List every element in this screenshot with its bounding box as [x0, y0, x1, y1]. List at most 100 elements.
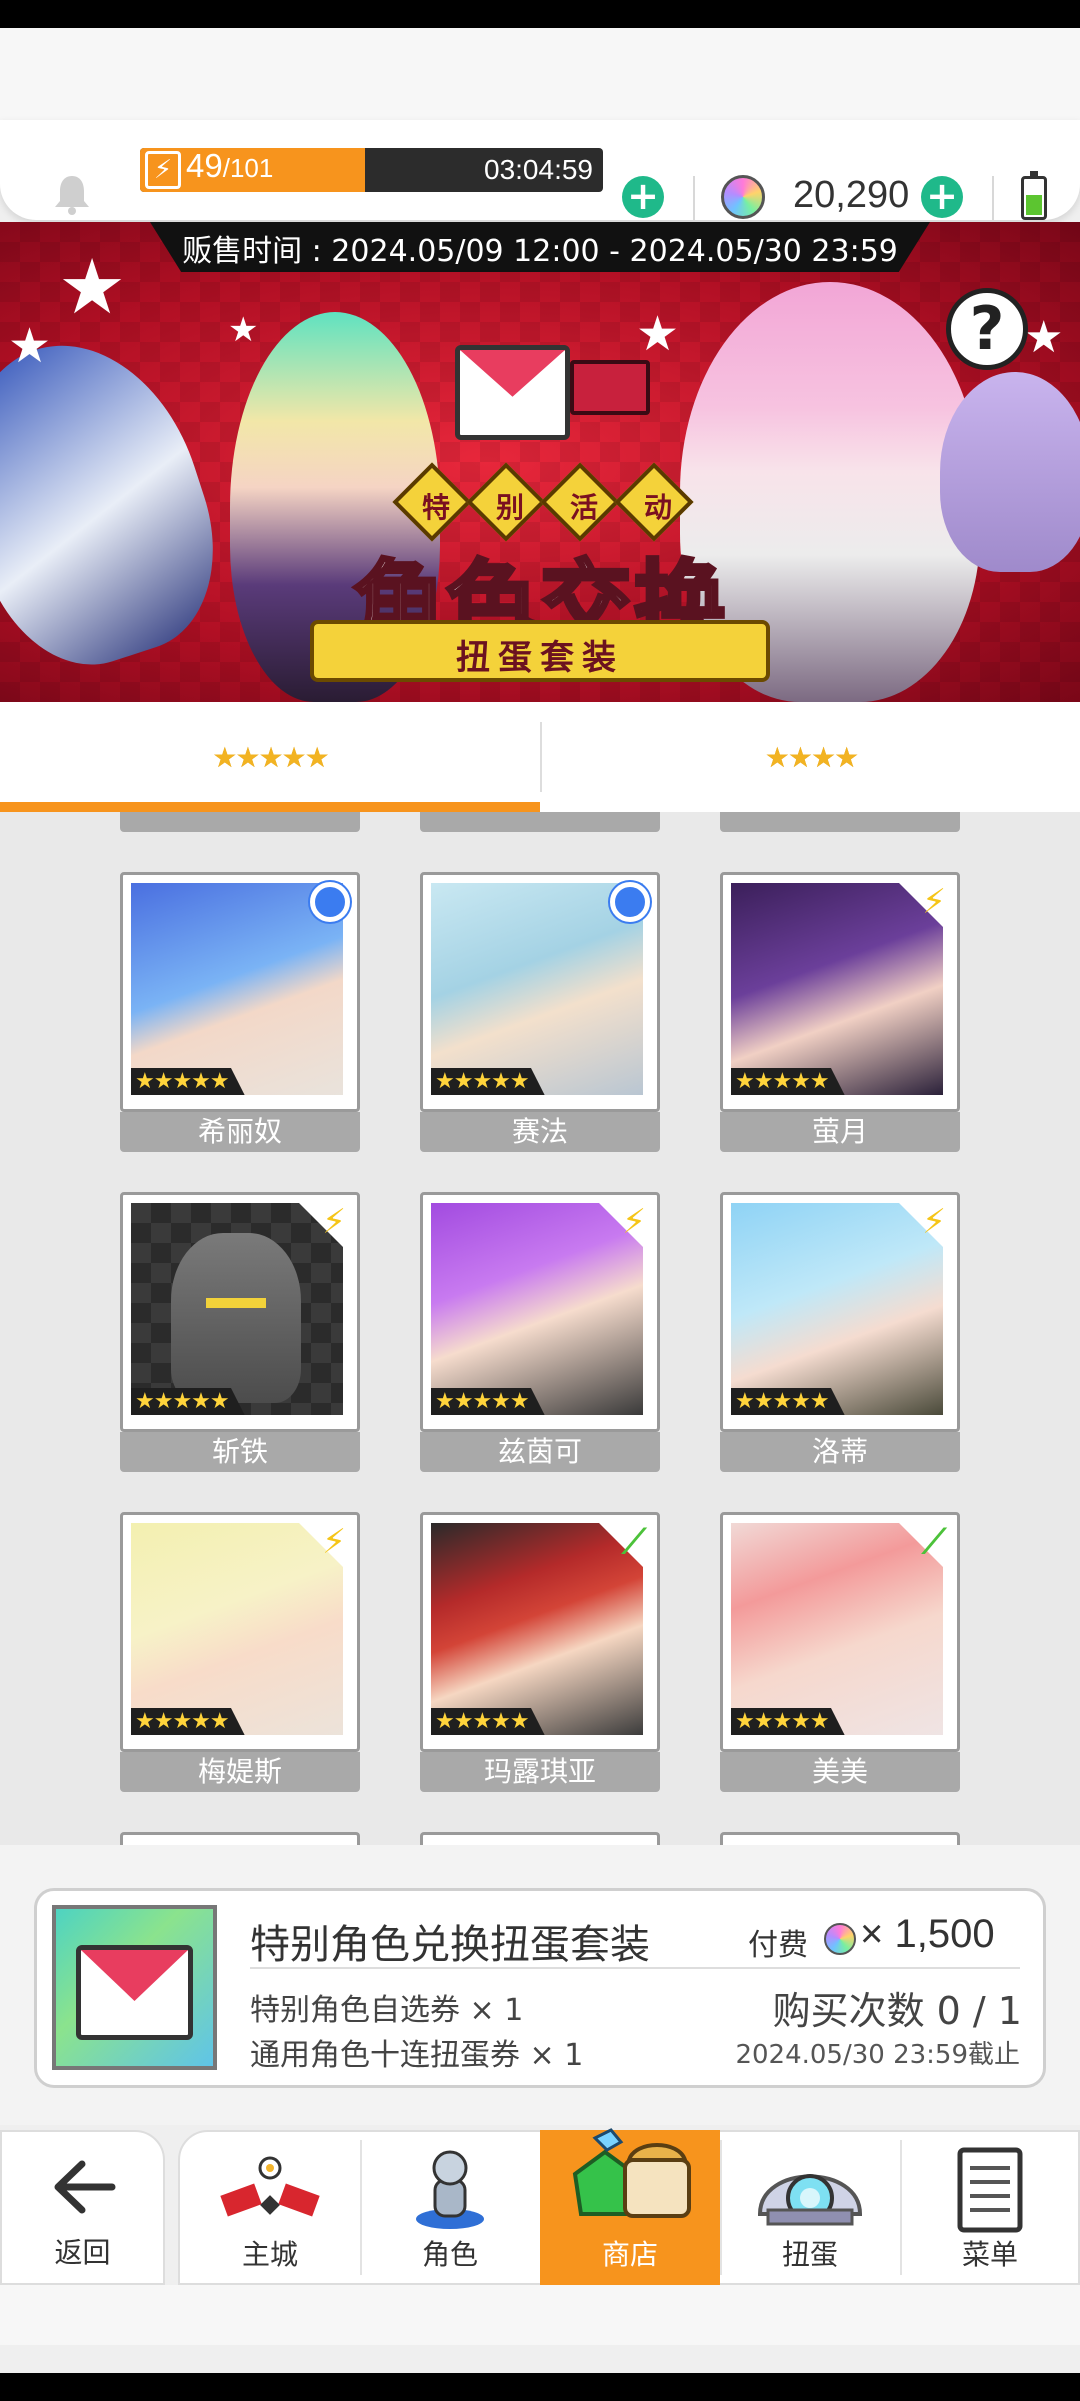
character-portrait: [431, 1523, 643, 1735]
badge-char: 活: [569, 491, 598, 524]
hud-divider: [992, 176, 994, 220]
lightning-element-icon: ⚡: [322, 1522, 346, 1562]
character-name: 斩铁: [120, 1432, 360, 1472]
nav-label: 菜单: [961, 2238, 1018, 2271]
cut-off-card[interactable]: [720, 1832, 960, 1845]
character-card[interactable]: ⚡ ★★★★★ 梅媞斯: [120, 1512, 360, 1792]
nav-label: 商店: [601, 2238, 658, 2271]
bottom-strip: [0, 2285, 1080, 2345]
bell-icon[interactable]: [52, 173, 92, 215]
ticket-icon: [570, 360, 650, 415]
gacha-icon: [757, 2174, 863, 2226]
card-stars: ★★★★★: [731, 1068, 845, 1095]
character-name: 洛蒂: [720, 1432, 960, 1472]
cut-off-card[interactable]: [420, 812, 660, 832]
badge-char: 特: [421, 491, 450, 524]
arrow-left-icon: [54, 2160, 116, 2214]
gem-icon: [824, 1923, 856, 1955]
card-stars: ★★★★★: [131, 1388, 245, 1415]
character-portrait: [131, 1523, 343, 1735]
hud-divider: [693, 176, 695, 220]
lightning-element-icon: ⚡: [622, 1202, 646, 1242]
badge-char: 别: [495, 491, 524, 524]
add-gems-button[interactable]: +: [921, 176, 963, 218]
cut-off-card[interactable]: [720, 812, 960, 832]
character-portrait: [431, 1203, 643, 1415]
tab-divider: [540, 722, 542, 792]
tab-five-star[interactable]: ★★★★★: [0, 702, 540, 812]
gem-icon: [721, 175, 765, 219]
envelope-icon: [76, 1945, 193, 2040]
nav-item-menu[interactable]: 菜单: [900, 2130, 1080, 2285]
character-card[interactable]: ⚡ ★★★★★ 洛蒂: [720, 1192, 960, 1472]
cut-off-card[interactable]: [120, 1832, 360, 1845]
back-label: 返回: [54, 2236, 111, 2269]
nav-item-main-city[interactable]: 主城: [180, 2130, 360, 2285]
star-decoration: ★: [1024, 312, 1064, 363]
cut-off-card[interactable]: [120, 812, 360, 832]
offer-item: 特别角色自选券 × 1: [250, 1993, 524, 2028]
character-grid: ★★★★★ 希丽奴 ★★★★★ 赛法 ⚡ ★★★★★ 萤月 ⚡ ★★★★★ 斩铁…: [0, 812, 1080, 1845]
character-card[interactable]: ⟋ ★★★★★ 玛露琪亚: [420, 1512, 660, 1792]
nav-item-gacha[interactable]: 扭蛋: [720, 2130, 900, 2285]
banner-subtitle: 扭蛋套装: [456, 638, 624, 678]
star-decoration: ★: [228, 310, 259, 350]
four-star-label: ★★★★: [764, 740, 859, 774]
water-element-icon: [310, 882, 350, 922]
character-card[interactable]: ⚡ ★★★★★ 斩铁: [120, 1192, 360, 1472]
character-portrait: [731, 1203, 943, 1415]
help-button[interactable]: ?: [946, 288, 1028, 370]
character-portrait: [431, 883, 643, 1095]
battery-icon: [1021, 171, 1047, 220]
gem-count: 20,290: [793, 174, 910, 216]
character-name: 萤月: [720, 1112, 960, 1152]
menu-list-icon: [957, 2147, 1023, 2233]
nav-label: 扭蛋: [781, 2238, 838, 2271]
character-name: 希丽奴: [120, 1112, 360, 1152]
card-stars: ★★★★★: [131, 1068, 245, 1095]
card-stars: ★★★★★: [131, 1708, 245, 1735]
character-portrait: [731, 1523, 943, 1735]
tab-four-star[interactable]: ★★★★: [542, 702, 1080, 812]
offer-divider: [250, 1967, 1020, 1969]
nav-label: 角色: [421, 2238, 478, 2271]
character-name: 美美: [720, 1752, 960, 1792]
star-decoration: ★: [8, 318, 52, 374]
wind-element-icon: ⟋: [622, 1522, 646, 1562]
envelope-icon: [455, 345, 570, 440]
add-stamina-button[interactable]: +: [622, 176, 664, 218]
character-card[interactable]: ⚡ ★★★★★ 兹茵可: [420, 1192, 660, 1472]
card-stars: ★★★★★: [431, 1388, 545, 1415]
star-decoration: ★: [636, 306, 680, 362]
stamina-current: 49: [186, 147, 223, 184]
character-name: 梅媞斯: [120, 1752, 360, 1792]
shop-icon: [572, 2128, 691, 2218]
purchase-count: 购买次数 0 / 1: [772, 1989, 1022, 2033]
character-card[interactable]: ★★★★★ 赛法: [420, 872, 660, 1152]
offer-title: 特别角色兑换扭蛋套装: [250, 1922, 650, 1968]
card-stars: ★★★★★: [431, 1068, 545, 1095]
nav-item-characters[interactable]: 角色: [360, 2130, 540, 2285]
stamina-timer: 03:04:59: [484, 154, 593, 185]
cut-off-card[interactable]: [420, 1832, 660, 1845]
back-button[interactable]: 返回: [0, 2130, 165, 2285]
nav-item-shop[interactable]: 商店: [540, 2128, 720, 2285]
plush-art: [940, 372, 1080, 572]
character-card[interactable]: ⚡ ★★★★★ 萤月: [720, 872, 960, 1152]
castle-icon: [220, 2156, 320, 2217]
character-name: 赛法: [420, 1112, 660, 1152]
offer-price: × 1,500: [860, 1912, 995, 1956]
character-card[interactable]: ⟋ ★★★★★ 美美: [720, 1512, 960, 1792]
price-label: 付费: [748, 1928, 808, 1963]
lightning-element-icon: ⚡: [922, 882, 946, 922]
character-portrait: [131, 1203, 343, 1415]
character-name: 兹茵可: [420, 1432, 660, 1472]
card-stars: ★★★★★: [731, 1708, 845, 1735]
character-name: 玛露琪亚: [420, 1752, 660, 1792]
character-icon: [416, 2150, 484, 2229]
character-portrait: [731, 883, 943, 1095]
character-card[interactable]: ★★★★★ 希丽奴: [120, 872, 360, 1152]
offer-item: 通用角色十连扭蛋券 × 1: [250, 2038, 584, 2073]
card-stars: ★★★★★: [431, 1708, 545, 1735]
water-element-icon: [610, 882, 650, 922]
